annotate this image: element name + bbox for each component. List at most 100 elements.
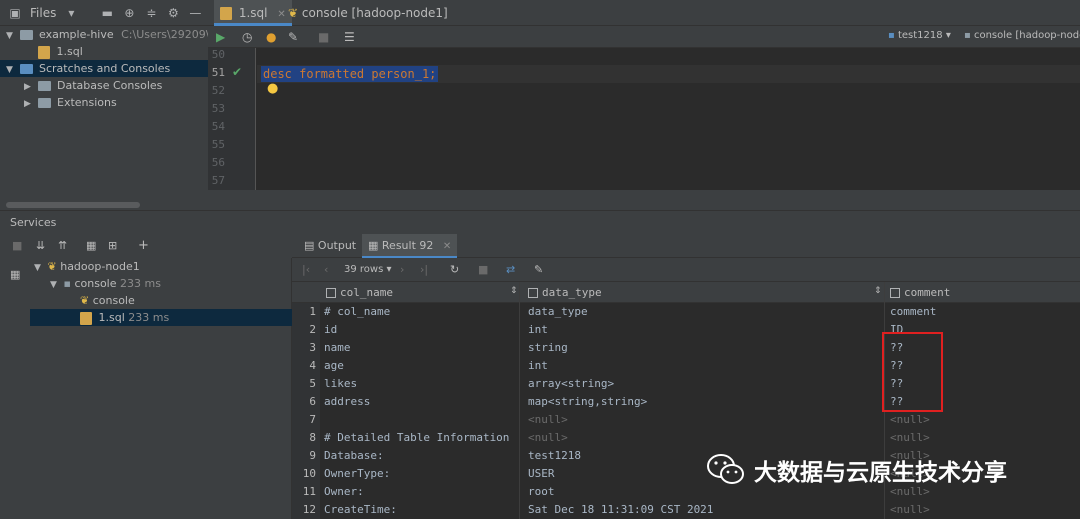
last-page-icon[interactable]: ›| (420, 263, 428, 276)
cell-data-type[interactable]: data_type (528, 303, 883, 321)
cell-col-name[interactable]: CreateTime: (324, 501, 524, 519)
group-icon[interactable]: ▦ (86, 239, 96, 252)
cell-col-name[interactable]: # col_name (324, 303, 524, 321)
add-icon[interactable]: + (138, 238, 149, 253)
cell-comment[interactable]: <null> (890, 411, 1080, 429)
gear-icon[interactable]: ⚙ (166, 6, 180, 20)
tree-item-db-consoles[interactable]: ▶ Database Consoles (24, 77, 162, 94)
cell-data-type[interactable]: <null> (528, 429, 883, 447)
minimize-icon[interactable]: — (188, 6, 202, 20)
cell-data-type[interactable]: <null> (528, 411, 883, 429)
tab-result[interactable]: ▦ Result 92 ✕ (362, 234, 458, 258)
first-page-icon[interactable]: |‹ (302, 263, 310, 276)
tree-item-file[interactable]: 1.sql (38, 43, 83, 60)
explain-icon[interactable]: ● (266, 30, 276, 44)
tree-item-extensions[interactable]: ▶ Extensions (24, 94, 117, 111)
cell-col-name[interactable]: address (324, 393, 524, 411)
tx-icon[interactable]: ⇄ (506, 263, 515, 276)
service-console[interactable]: ▼ ▪ console 233 ms (50, 275, 161, 292)
cell-col-name[interactable]: OwnerType: (324, 465, 524, 483)
code-editor[interactable]: desc formatted person_1; ● (257, 48, 1080, 190)
table-row[interactable]: 1 # col_name data_type comment (292, 303, 1080, 321)
folder-icon[interactable]: ▬ (100, 6, 114, 20)
wrench-icon[interactable]: ✎ (288, 30, 298, 44)
pin-icon[interactable]: ✎ (534, 263, 543, 276)
files-dropdown[interactable]: Files (30, 6, 56, 20)
table-row[interactable]: 12 CreateTime: Sat Dec 18 11:31:09 CST 202… (292, 501, 1080, 519)
expand-arrow-icon[interactable]: ▼ (6, 62, 16, 79)
column-header-col-name[interactable]: col_name (326, 282, 516, 303)
cell-data-type[interactable]: string (528, 339, 883, 357)
project-view-icon[interactable]: ▣ (8, 6, 22, 20)
service-console-child[interactable]: ❦ console (80, 292, 135, 309)
collapse-icon[interactable]: ≑ (144, 6, 158, 20)
services-header: Services (0, 210, 1080, 234)
table-row[interactable]: 4 age int?? (292, 357, 1080, 375)
cell-data-type[interactable]: map<string,string> (528, 393, 883, 411)
cell-data-type[interactable]: array<string> (528, 375, 883, 393)
table-row[interactable]: 7 <null> <null> (292, 411, 1080, 429)
cell-col-name[interactable]: Owner: (324, 483, 524, 501)
column-header-comment[interactable]: comment (890, 282, 1080, 303)
cell-data-type[interactable]: Sat Dec 18 11:31:09 CST 2021 (528, 501, 883, 519)
cell-col-name[interactable]: age (324, 357, 524, 375)
cell-col-name[interactable]: # Detailed Table Information (324, 429, 524, 447)
rows-count[interactable]: 39 rows ▾ (344, 264, 392, 275)
expand-arrow-icon[interactable]: ▼ (6, 28, 16, 45)
cell-comment[interactable]: comment (890, 303, 1080, 321)
table-row[interactable]: 3 name string?? (292, 339, 1080, 357)
folder-icon (19, 30, 33, 40)
table-row[interactable]: 2 id int ID (292, 321, 1080, 339)
hive-icon: ❦ (47, 260, 57, 273)
service-file[interactable]: 1.sql 233 ms (30, 309, 292, 326)
expand-arrow-icon[interactable]: ▼ (34, 260, 44, 277)
target-icon[interactable]: ⊕ (122, 6, 136, 20)
stop-icon[interactable]: ■ (318, 30, 329, 44)
table-row[interactable]: 5 likes array<string>?? (292, 375, 1080, 393)
history-icon[interactable]: ◷ (242, 30, 252, 44)
table-row[interactable]: 8 # Detailed Table Information <null> <null… (292, 429, 1080, 447)
cell-col-name[interactable]: name (324, 339, 524, 357)
row-number: 4 (292, 357, 320, 375)
stop-icon[interactable]: ■ (478, 263, 488, 276)
collapse-arrow-icon[interactable]: ▶ (24, 96, 34, 113)
tree-item-project[interactable]: ▼ example-hive C:\Users\29209\De (6, 26, 225, 43)
cell-col-name[interactable]: likes (324, 375, 524, 393)
run-icon[interactable]: ▶ (216, 30, 225, 44)
tab-output[interactable]: ▤ Output (298, 234, 362, 258)
filter-icon[interactable]: ⊞ (108, 239, 117, 252)
expand-arrow-icon[interactable]: ▼ (50, 277, 60, 294)
column-header-data-type[interactable]: data_type (528, 282, 888, 303)
code-line-51[interactable]: desc formatted person_1; (261, 66, 439, 82)
datasource-selector[interactable]: ▪ console [hadoop-node1] (964, 30, 1080, 41)
cell-col-name[interactable] (324, 411, 524, 429)
session-selector[interactable]: ▪ test1218 ▾ (888, 30, 951, 41)
expand-all-icon[interactable]: ⇊ (36, 239, 45, 252)
close-icon[interactable]: ✕ (443, 241, 451, 252)
chevron-down-icon[interactable]: ▾ (64, 6, 78, 20)
cell-col-name[interactable]: id (324, 321, 524, 339)
wechat-icon (707, 454, 744, 484)
layout-icon[interactable]: ▦ (10, 268, 20, 281)
cell-comment[interactable]: <null> (890, 429, 1080, 447)
horizontal-scrollbar[interactable] (6, 202, 140, 208)
sort-icon[interactable]: ⇕ (510, 286, 518, 296)
stop-icon[interactable]: ■ (12, 239, 22, 252)
cell-comment[interactable]: <null> (890, 501, 1080, 519)
tab-console[interactable]: ❦ console [hadoop-node1] (282, 0, 454, 26)
table-row[interactable]: 6 address map<string,string>?? (292, 393, 1080, 411)
cell-data-type[interactable]: int (528, 321, 883, 339)
service-node[interactable]: ▼ ❦ hadoop-node1 (34, 258, 140, 275)
table-icon[interactable]: ☰ (344, 30, 355, 44)
lightbulb-icon[interactable]: ● (267, 81, 278, 96)
services-tree: ▼ ❦ hadoop-node1 ▼ ▪ console 233 ms ❦ co… (30, 258, 292, 519)
refresh-icon[interactable]: ↻ (450, 263, 459, 276)
tree-item-scratches[interactable]: ▼ Scratches and Consoles (0, 60, 208, 77)
sort-icon[interactable]: ⇕ (874, 286, 882, 296)
tab-1-sql[interactable]: 1.sql ✕ (214, 0, 292, 26)
next-page-icon[interactable]: › (400, 263, 404, 276)
prev-page-icon[interactable]: ‹ (324, 263, 328, 276)
cell-data-type[interactable]: int (528, 357, 883, 375)
cell-col-name[interactable]: Database: (324, 447, 524, 465)
collapse-all-icon[interactable]: ⇈ (58, 239, 67, 252)
